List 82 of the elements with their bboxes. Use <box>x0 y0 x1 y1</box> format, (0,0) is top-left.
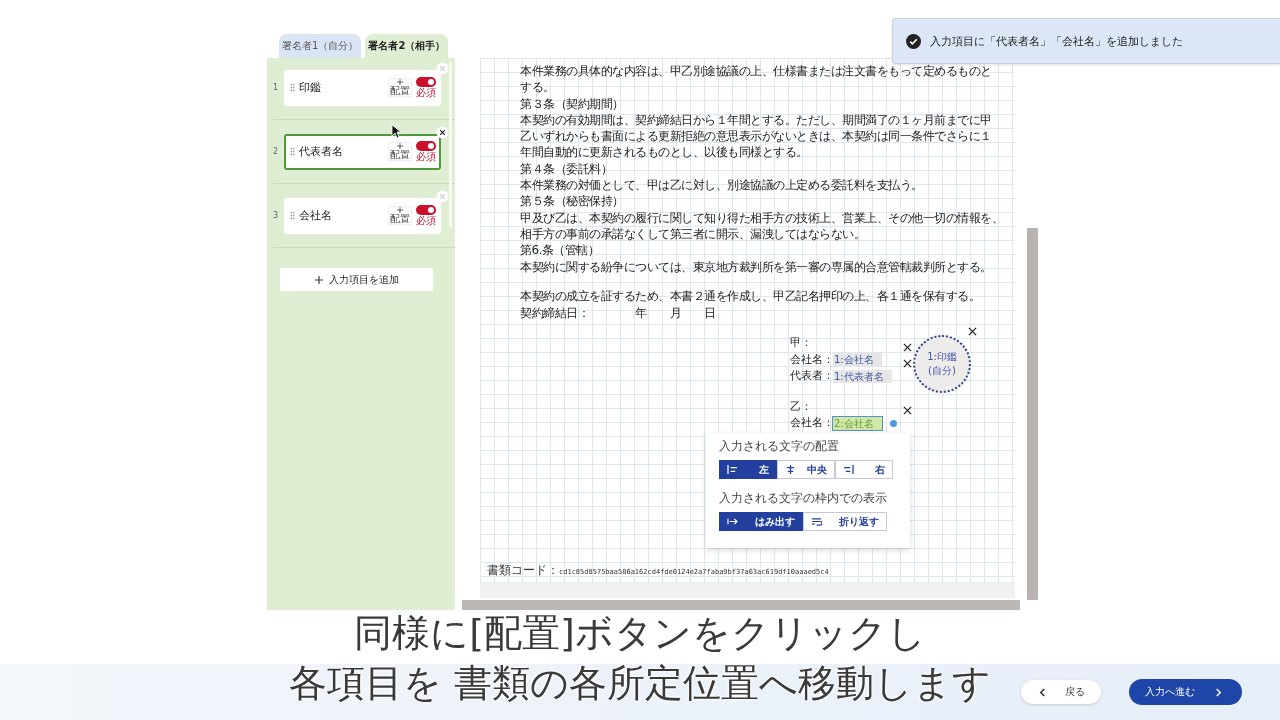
document-line: する。 <box>520 79 556 96</box>
document-line: 第４条（委託料） <box>520 160 613 178</box>
place-button[interactable]: 配置 <box>388 142 412 161</box>
plus-icon <box>397 207 403 213</box>
document-line: 本契約の有効期間は、契約締結日から１年間とする。ただし、期間満了の１ヶ月前までに甲 <box>520 111 993 129</box>
display-option[interactable]: 折り返す <box>803 512 887 531</box>
required-label: 必須 <box>416 214 436 227</box>
field-number: 3 <box>273 211 279 220</box>
next-button[interactable]: 入力へ進む <box>1129 679 1242 705</box>
popover-title: 入力される文字の枠内での表示 <box>719 490 888 507</box>
field-name: 代表者名 <box>299 144 344 159</box>
align-icon <box>785 465 796 474</box>
required-toggle[interactable] <box>416 140 436 151</box>
signature-label: 乙： <box>790 399 813 414</box>
document-line: 年間自動的に更新されるものとし、以後も同様とする。 <box>520 144 809 161</box>
scrollbar[interactable] <box>462 600 1020 610</box>
required-label: 必須 <box>416 150 436 163</box>
signature-label: 代表者： <box>790 369 833 384</box>
scrollbar[interactable] <box>1027 228 1038 600</box>
alignment-option[interactable]: 左 <box>719 460 777 479</box>
drag-handle-icon[interactable] <box>290 211 295 220</box>
plus-icon <box>397 143 403 149</box>
align-icon <box>727 465 738 474</box>
drag-handle-icon[interactable] <box>290 147 295 156</box>
required-label: 必須 <box>416 86 436 99</box>
document-line: 契約締結日： 年 月 日 <box>520 304 717 321</box>
required-toggle[interactable] <box>416 204 436 215</box>
field-card[interactable]: 会社名 配置 必須 <box>284 197 441 234</box>
alignment-option[interactable]: 中央 <box>777 460 835 479</box>
document-line: 第6.条（管轄） <box>520 242 601 259</box>
document-line: 甲及び乙は、本契約の履行に関して知り得た相手方の技術上、営業上、その他一切の情報を、 <box>520 209 1004 226</box>
document-line: 第５条（秘密保持） <box>520 193 625 210</box>
subtitle: 同様に[配置]ボタンをクリックし <box>354 610 926 657</box>
document-line: 乙いずれからも書面による更新拒絶の意思表示がないときは、本契約は同一条件でさらに１ <box>520 128 993 145</box>
check-icon <box>906 33 921 49</box>
toast-message: 入力項目に「代表者名」「会社名」を追加しました <box>930 33 1183 49</box>
popover-title: 入力される文字の配置 <box>719 438 840 455</box>
signer-tab[interactable]: 署名者2（相手） <box>365 34 449 58</box>
align-icon <box>843 465 854 474</box>
alignment-option[interactable]: 右 <box>835 460 893 479</box>
field-number: 2 <box>273 147 279 156</box>
close-icon[interactable] <box>902 406 912 415</box>
chevron-left-icon <box>1039 687 1046 697</box>
chevron-right-icon <box>1215 687 1222 697</box>
close-icon[interactable] <box>968 327 977 336</box>
close-icon[interactable] <box>436 126 449 139</box>
seal-field[interactable]: 1:印鑑 (自分) <box>913 335 971 393</box>
drag-handle-icon[interactable] <box>290 83 295 92</box>
document-line: 本件業務の具体的な内容は、甲乙別途協議の上、仕様書または注文書をもって定めるものと <box>520 63 993 80</box>
display-option[interactable]: はみ出す <box>719 512 803 531</box>
document-line: 本件業務の対価として、甲は乙に対し、別途協議の上定める委託料を支払う。 <box>520 177 924 194</box>
field-name: 会社名 <box>299 208 333 223</box>
close-icon[interactable] <box>902 342 912 352</box>
plus-icon <box>397 79 403 85</box>
document-line: 第３条（契約期間） <box>520 95 625 112</box>
signature-label: 会社名： <box>790 352 833 367</box>
scrollbar[interactable] <box>449 62 452 227</box>
document-line: 本契約の成立を証するため、本書２通を作成し、甲乙記名押印の上、各１通を保有する。 <box>520 288 981 305</box>
add-field-button[interactable]: 入力項目を追加 <box>280 268 433 291</box>
field-number: 1 <box>273 83 279 92</box>
signature-label: 甲： <box>790 336 813 351</box>
field-name: 印鑑 <box>299 80 322 95</box>
field-card[interactable]: 印鑑 配置 必須 <box>284 69 441 106</box>
back-button[interactable]: 戻る <box>1021 680 1101 704</box>
field-card[interactable]: 代表者名 配置 必須 <box>284 133 441 170</box>
plus-icon <box>314 275 323 284</box>
place-button[interactable]: 配置 <box>388 78 412 97</box>
subtitle: 各項目を 書類の各所定位置へ移動します <box>288 660 992 707</box>
text-display-icon <box>727 517 738 526</box>
document-line: 相手方の事前の承諾なくして第三者に開示、漏洩してはならない。 <box>520 225 866 243</box>
place-button[interactable]: 配置 <box>388 206 412 225</box>
placed-field[interactable]: 1:代表者名 <box>833 369 892 383</box>
close-icon[interactable] <box>902 359 912 368</box>
signature-label: 会社名： <box>790 416 833 431</box>
cursor-icon <box>391 124 401 139</box>
signer-tab[interactable]: 署名者1（自分） <box>279 34 362 58</box>
document-code-label: 書類コード： <box>487 562 559 579</box>
document-line: 本契約に関する紛争については、東京地方裁判所を第一審の専属的合意管轄裁判所とする。 <box>520 258 993 275</box>
resize-handle[interactable] <box>889 420 897 427</box>
placed-field[interactable]: 1:会社名 <box>833 353 882 367</box>
text-display-icon <box>811 517 822 526</box>
required-toggle[interactable] <box>416 76 436 87</box>
